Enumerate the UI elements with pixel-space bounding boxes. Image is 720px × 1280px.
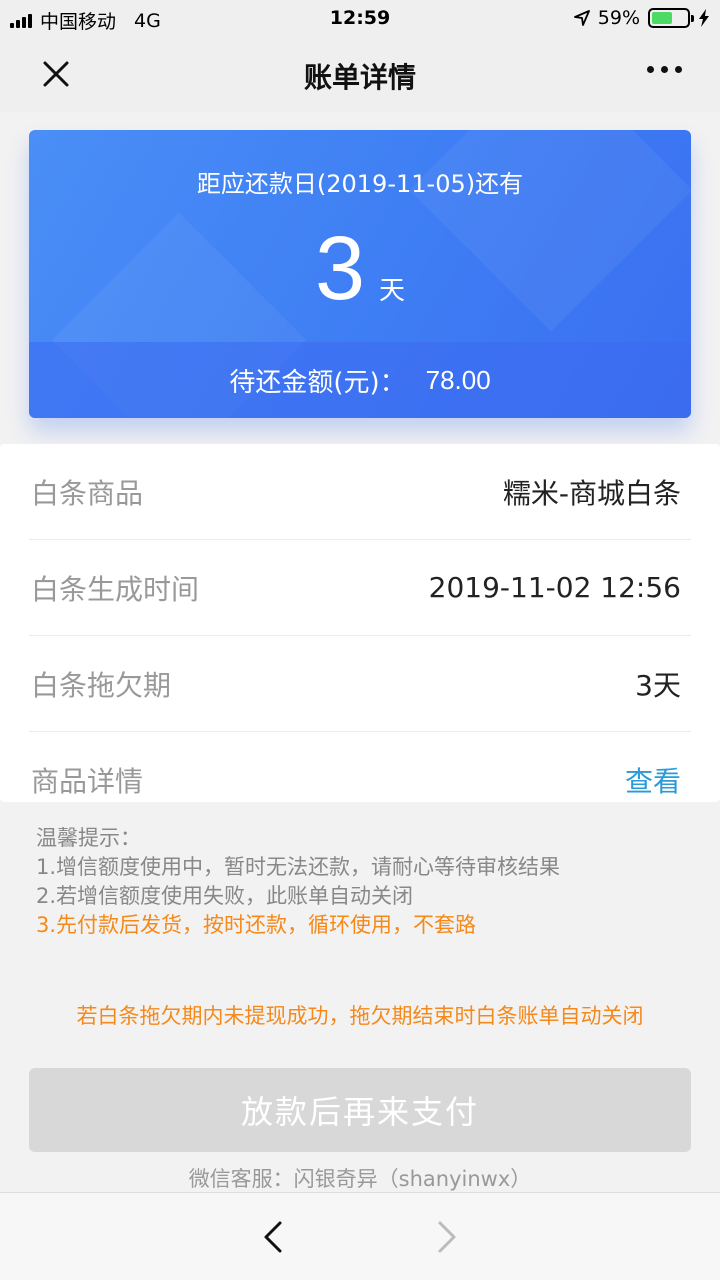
days-remaining: 3天: [29, 218, 691, 321]
page-title: 账单详情: [303, 61, 416, 94]
status-right: 59%: [573, 7, 710, 29]
info-label: 商品详情: [31, 765, 144, 798]
days-unit: 天: [379, 276, 406, 306]
charging-bolt-icon: [699, 9, 709, 27]
info-value: 3天: [635, 668, 681, 702]
info-value: 糯米-商城白条: [502, 476, 681, 510]
info-label: 白条商品: [31, 476, 144, 510]
info-row-product: 白条商品 糯米-商城白条: [29, 444, 691, 540]
battery-icon: [648, 8, 694, 28]
tips-section: 温馨提示： 1.增信额度使用中，暂时无法还款，请耐心等待审核结果 2.若增信额度…: [36, 824, 696, 940]
customer-service-text: 微信客服：闪银奇异（shanyinwx）: [188, 1167, 532, 1191]
pay-button[interactable]: 放款后再来支付: [29, 1068, 691, 1152]
info-row-created-time: 白条生成时间 2019-11-02 12:56: [29, 540, 691, 636]
more-button[interactable]: [647, 66, 682, 73]
signal-icon: [10, 13, 32, 28]
battery-fill: [652, 12, 673, 24]
battery-percent: 59%: [597, 7, 640, 29]
tips-line: 1.增信额度使用中，暂时无法还款，请耐心等待审核结果: [36, 855, 561, 879]
days-number: 3: [314, 219, 366, 319]
chevron-left-icon: [264, 1221, 282, 1253]
amount-strip: 待还金额(元)： 78.00: [29, 342, 691, 418]
due-date-text: 距应还款日(2019-11-05)还有: [196, 170, 524, 198]
info-row-overdue-period: 白条拖欠期 3天: [29, 636, 691, 732]
auto-close-notice: 若白条拖欠期内未提现成功，拖欠期结束时白条账单自动关闭: [76, 1004, 644, 1028]
info-value: 2019-11-02 12:56: [428, 571, 681, 604]
more-dot-icon: [647, 66, 654, 73]
forward-button[interactable]: [428, 1219, 464, 1255]
chevron-right-icon: [438, 1221, 456, 1253]
status-bar: 中国移动 4G 12:59 59%: [0, 0, 720, 36]
more-dot-icon: [675, 66, 682, 73]
info-row-product-details: 商品详情 查看: [29, 732, 691, 828]
info-label: 白条生成时间: [31, 572, 200, 606]
close-icon: [43, 61, 69, 87]
info-label: 白条拖欠期: [31, 668, 172, 702]
bill-info-list: 白条商品 糯米-商城白条 白条生成时间 2019-11-02 12:56 白条拖…: [0, 444, 720, 802]
bill-summary-card: 距应还款日(2019-11-05)还有 3天 待还金额(元)： 78.00: [29, 130, 691, 418]
close-button[interactable]: [40, 58, 72, 90]
carrier-label: 中国移动: [40, 11, 117, 33]
status-left: 中国移动 4G: [10, 7, 161, 34]
nav-bar: 账单详情: [0, 36, 720, 112]
browser-nav-bar: [0, 1192, 720, 1280]
view-details-link[interactable]: 查看: [625, 760, 691, 800]
tips-line: 2.若增信额度使用失败，此账单自动关闭: [36, 884, 414, 908]
more-dot-icon: [661, 66, 668, 73]
network-label: 4G: [134, 9, 161, 32]
tips-title: 温馨提示：: [36, 826, 141, 850]
amount-value: 78.00: [425, 364, 491, 395]
tips-line-warning: 3.先付款后发货，按时还款，循环使用，不套路: [36, 913, 477, 937]
back-button[interactable]: [256, 1219, 292, 1255]
location-arrow-icon: [573, 10, 590, 26]
amount-label: 待还金额(元)：: [229, 367, 406, 398]
